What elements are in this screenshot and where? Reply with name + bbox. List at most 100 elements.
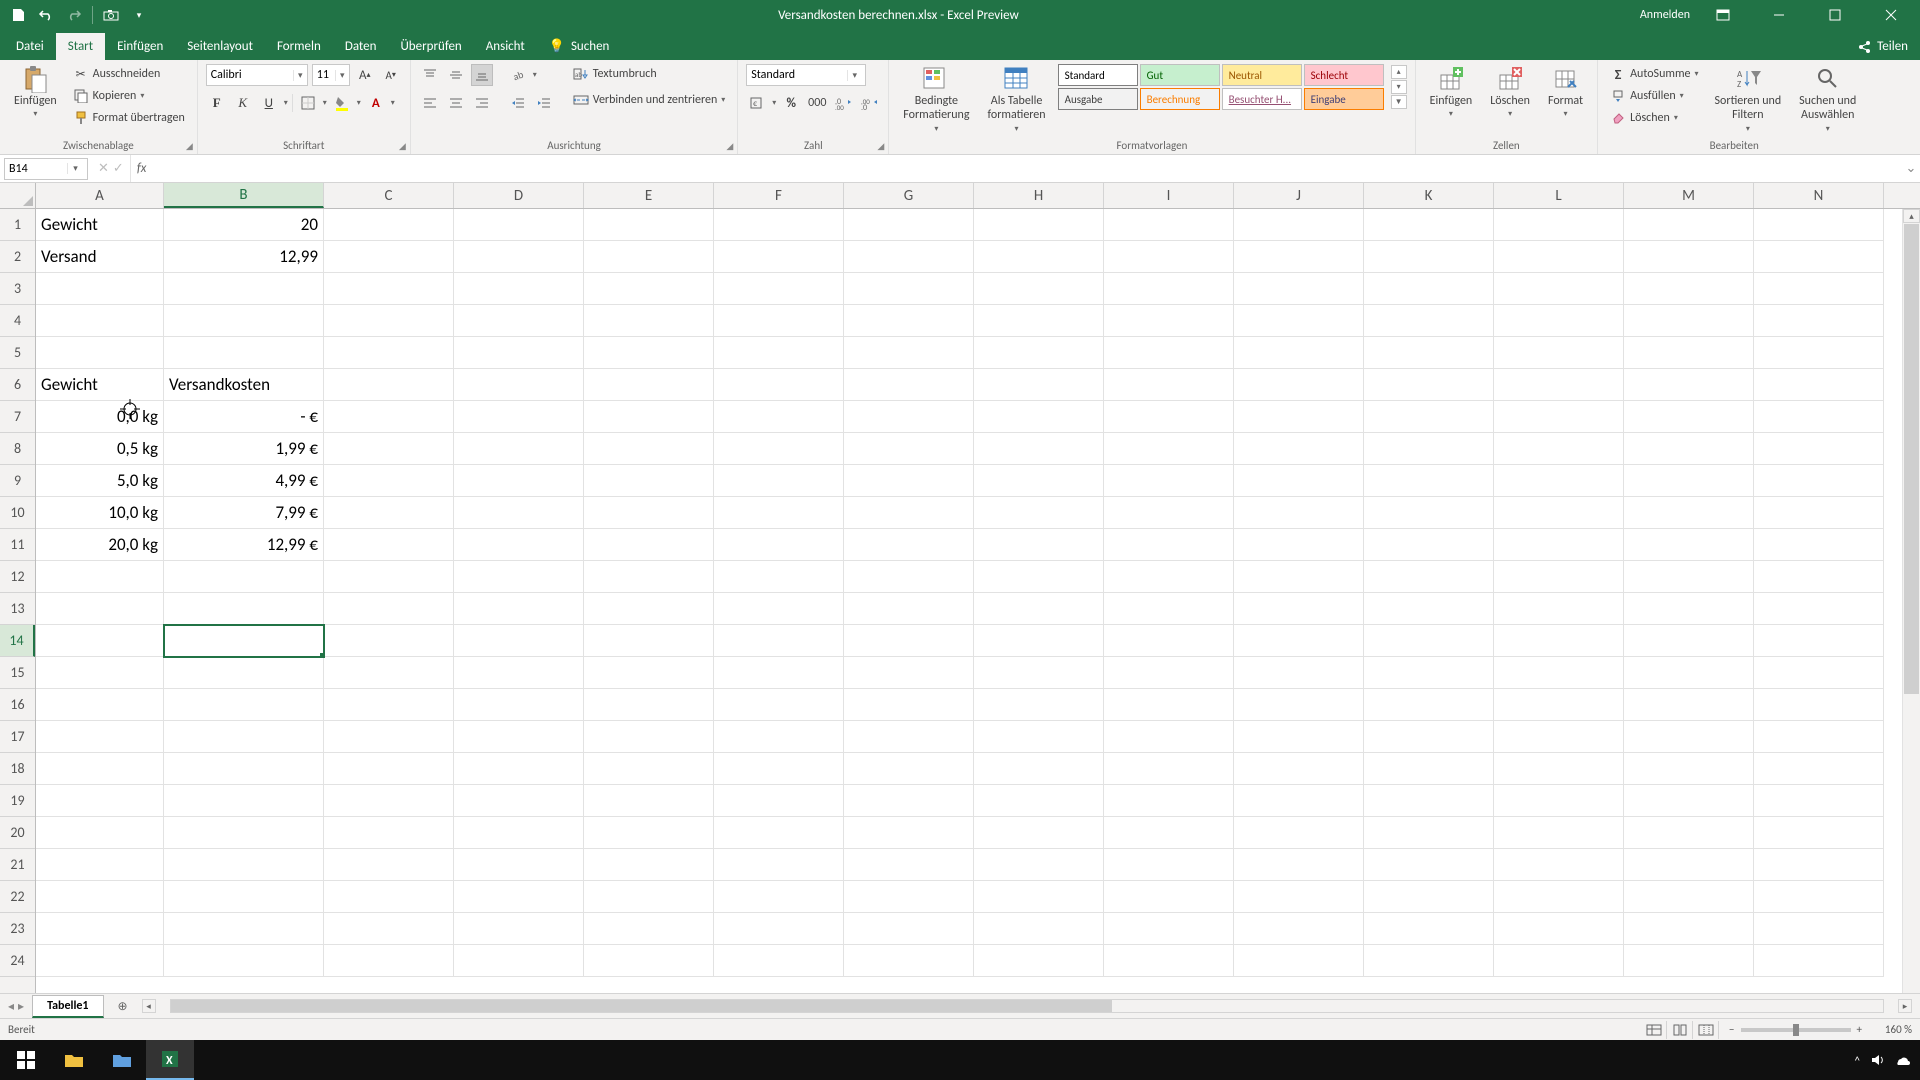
cell[interactable] <box>454 561 584 593</box>
cell[interactable] <box>974 593 1104 625</box>
column-header[interactable]: A <box>36 183 164 208</box>
column-header[interactable]: H <box>974 183 1104 208</box>
cell[interactable] <box>844 817 974 849</box>
cell[interactable] <box>1754 305 1884 337</box>
cell[interactable] <box>1104 369 1234 401</box>
cell[interactable] <box>1364 881 1494 913</box>
cell[interactable] <box>1494 881 1624 913</box>
conditional-formatting-button[interactable]: Bedingte Formatierung▾ <box>897 64 975 136</box>
paste-button[interactable]: Einfügen ▾ <box>8 64 63 122</box>
cell[interactable] <box>844 305 974 337</box>
cell[interactable] <box>164 753 324 785</box>
cell[interactable] <box>1234 433 1364 465</box>
cell[interactable] <box>454 433 584 465</box>
insert-cells-button[interactable]: Einfügen▾ <box>1424 64 1479 122</box>
column-header[interactable]: F <box>714 183 844 208</box>
cell[interactable] <box>164 625 324 657</box>
row-header[interactable]: 6 <box>0 369 35 401</box>
cell[interactable] <box>1754 337 1884 369</box>
cell[interactable] <box>584 241 714 273</box>
style-standard[interactable]: Standard <box>1058 64 1138 86</box>
chevron-down-icon[interactable]: ▾ <box>67 163 83 174</box>
cell[interactable] <box>714 753 844 785</box>
cell[interactable] <box>1104 881 1234 913</box>
percent-icon[interactable]: % <box>780 92 802 114</box>
cell[interactable] <box>714 913 844 945</box>
cell[interactable] <box>164 593 324 625</box>
cell[interactable] <box>974 657 1104 689</box>
cell[interactable] <box>714 881 844 913</box>
increase-decimal-icon[interactable]: ,0,00 <box>832 92 854 114</box>
cell[interactable] <box>714 305 844 337</box>
tab-home[interactable]: Start <box>56 33 105 60</box>
taskbar-app[interactable] <box>98 1040 146 1080</box>
cell[interactable] <box>1754 849 1884 881</box>
column-header[interactable]: D <box>454 183 584 208</box>
tab-data[interactable]: Daten <box>333 33 389 60</box>
cell[interactable] <box>584 529 714 561</box>
cell[interactable] <box>1234 849 1364 881</box>
minimize-icon[interactable] <box>1756 0 1802 30</box>
cell[interactable] <box>584 753 714 785</box>
cell[interactable] <box>1494 593 1624 625</box>
cell[interactable] <box>324 465 454 497</box>
cell[interactable]: 1,99 € <box>164 433 324 465</box>
shrink-font-icon[interactable]: A▾ <box>380 64 402 86</box>
cell[interactable] <box>1494 497 1624 529</box>
cell[interactable] <box>1364 337 1494 369</box>
horizontal-scrollbar[interactable]: ◂ ▸ <box>142 999 1912 1013</box>
cell[interactable] <box>584 785 714 817</box>
cell[interactable] <box>1624 849 1754 881</box>
cell[interactable] <box>974 625 1104 657</box>
cell[interactable] <box>164 657 324 689</box>
start-button[interactable] <box>2 1040 50 1080</box>
cell[interactable] <box>974 337 1104 369</box>
maximize-icon[interactable] <box>1812 0 1858 30</box>
cell[interactable] <box>324 689 454 721</box>
copy-button[interactable]: Kopieren ▾ <box>69 86 189 106</box>
cell[interactable]: 5,0 kg <box>36 465 164 497</box>
cell[interactable] <box>584 625 714 657</box>
cell[interactable] <box>844 785 974 817</box>
font-launcher-icon[interactable]: ◢ <box>399 141 406 152</box>
cell[interactable] <box>844 465 974 497</box>
page-break-view-icon[interactable] <box>1693 1021 1719 1039</box>
cell[interactable] <box>1234 561 1364 593</box>
cell[interactable] <box>1624 401 1754 433</box>
cell[interactable] <box>324 721 454 753</box>
style-neutral[interactable]: Neutral <box>1222 64 1302 86</box>
cell[interactable] <box>1754 209 1884 241</box>
cell[interactable] <box>1234 625 1364 657</box>
save-icon[interactable] <box>8 5 28 25</box>
cell[interactable] <box>164 689 324 721</box>
cell[interactable] <box>844 497 974 529</box>
cell[interactable] <box>1754 561 1884 593</box>
row-header[interactable]: 15 <box>0 657 35 689</box>
underline-icon[interactable]: U <box>258 92 280 114</box>
column-header[interactable]: C <box>324 183 454 208</box>
cell[interactable] <box>36 625 164 657</box>
cell[interactable] <box>1104 497 1234 529</box>
cell[interactable] <box>454 305 584 337</box>
cell[interactable] <box>36 913 164 945</box>
cell[interactable] <box>454 913 584 945</box>
increase-indent-icon[interactable] <box>533 92 555 114</box>
cell[interactable] <box>584 561 714 593</box>
row-header[interactable]: 24 <box>0 945 35 977</box>
cell[interactable] <box>844 337 974 369</box>
number-launcher-icon[interactable]: ◢ <box>877 141 884 152</box>
cell[interactable] <box>1364 465 1494 497</box>
cell[interactable] <box>584 305 714 337</box>
cell[interactable] <box>454 625 584 657</box>
cell[interactable] <box>974 753 1104 785</box>
cell[interactable] <box>1234 529 1364 561</box>
format-as-table-button[interactable]: Als Tabelle formatieren▾ <box>981 64 1051 136</box>
sheet-nav-first-icon[interactable]: ◂ <box>8 999 14 1014</box>
cell[interactable] <box>324 529 454 561</box>
cell[interactable] <box>1234 945 1364 977</box>
cell[interactable]: 10,0 kg <box>36 497 164 529</box>
cell[interactable] <box>324 241 454 273</box>
cell[interactable] <box>454 593 584 625</box>
cell[interactable] <box>714 689 844 721</box>
cell[interactable] <box>974 273 1104 305</box>
